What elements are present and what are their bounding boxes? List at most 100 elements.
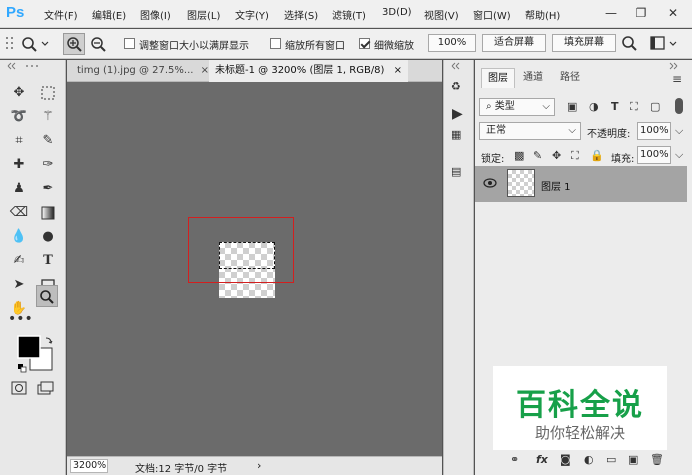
blend-mode-select[interactable]: 正常 ⌵	[479, 122, 581, 140]
fit-screen-button[interactable]: 适合屏幕	[482, 34, 546, 52]
grip-icon	[6, 37, 13, 49]
opacity-field[interactable]: 100%	[637, 122, 671, 140]
type-tool-icon[interactable]: T	[37, 250, 59, 272]
menu-file[interactable]: 文件(F)	[44, 7, 78, 22]
tab-timg[interactable]: timg (1).jpg @ 27.5%... ×	[71, 60, 215, 82]
menu-edit[interactable]: 编辑(E)	[92, 7, 126, 22]
zoom-tool-icon[interactable]	[36, 285, 58, 307]
document-tabs: timg (1).jpg @ 27.5%... × 未标题-1 @ 3200% …	[67, 60, 442, 82]
opacity-dropdown-icon[interactable]: ⌵	[675, 124, 683, 138]
lasso-tool-icon[interactable]: ➰	[8, 106, 30, 128]
lock-transparent-icon[interactable]: ▩	[514, 149, 524, 162]
zoom-percent-field[interactable]: 100%	[428, 34, 476, 52]
path-selection-icon[interactable]: ➤	[8, 274, 30, 296]
gradient-tool-icon[interactable]	[37, 202, 59, 224]
watermark-subtitle: 助你轻松解决	[534, 424, 625, 442]
panel-collapse-icon[interactable]	[665, 62, 689, 70]
menu-type[interactable]: 文字(Y)	[235, 7, 269, 22]
more-tools-icon[interactable]: •••	[8, 308, 33, 330]
fill-field[interactable]: 100%	[637, 146, 671, 164]
blur-tool-icon[interactable]: 💧	[8, 226, 30, 248]
scrubby-zoom-checkbox[interactable]	[359, 38, 370, 49]
menu-3d[interactable]: 3D(D)	[382, 7, 412, 18]
magic-wand-icon[interactable]: ⚚	[37, 106, 59, 128]
dodge-tool-icon[interactable]: ●	[37, 226, 59, 248]
layer-row[interactable]: 图层 1	[475, 166, 687, 202]
fill-dropdown-icon[interactable]: ⌵	[675, 148, 683, 162]
workspace-icon[interactable]	[650, 35, 682, 53]
filter-pixel-icon[interactable]: ▣	[567, 100, 577, 113]
filter-smart-object-icon[interactable]: ▢	[650, 100, 660, 113]
menu-image[interactable]: 图像(I)	[140, 7, 171, 22]
tab-channels[interactable]: 通道	[517, 68, 549, 88]
menu-select[interactable]: 选择(S)	[284, 7, 318, 22]
history-icon[interactable]: ♻	[451, 80, 461, 93]
pen-tool-icon[interactable]: ✍	[8, 250, 30, 272]
zoom-tool-preset-icon[interactable]	[20, 35, 50, 53]
panel-collapse-icon[interactable]	[450, 62, 470, 70]
eraser-tool-icon[interactable]: ⌫	[8, 202, 30, 224]
layer-name[interactable]: 图层 1	[541, 178, 571, 193]
new-group-icon[interactable]: ▭	[606, 453, 616, 466]
filter-kind-select[interactable]: ⌕ 类型 ⌵	[479, 98, 555, 116]
resize-windows-checkbox[interactable]	[124, 38, 135, 49]
layers-footer: ⚭ fx ◙ ◐ ▭ ▣ 🗑	[510, 453, 670, 469]
layer-style-icon[interactable]: fx	[536, 453, 548, 466]
crop-tool-icon[interactable]: ⌗	[8, 130, 30, 152]
lock-artboard-icon[interactable]: ⛶	[571, 149, 579, 163]
options-bar: 调整窗口大小以满屏显示 缩放所有窗口 细微缩放 100% 适合屏幕 填充屏幕	[0, 29, 692, 59]
tab-close-icon[interactable]: ×	[201, 65, 209, 76]
clone-stamp-icon[interactable]: ♟	[8, 178, 30, 200]
restore-icon[interactable]: ❐	[628, 0, 654, 26]
zoom-all-label: 缩放所有窗口	[285, 41, 345, 52]
brush-tool-icon[interactable]: ✑	[37, 154, 59, 176]
zoom-level-field[interactable]: 3200%	[70, 459, 108, 473]
marquee-tool-icon[interactable]	[37, 82, 59, 104]
quick-mask-icon[interactable]	[10, 380, 58, 396]
tab-layers[interactable]: 图层	[481, 68, 515, 88]
tab-close-icon[interactable]: ×	[394, 65, 402, 76]
healing-brush-icon[interactable]: ✚	[8, 154, 30, 176]
tab-paths[interactable]: 路径	[554, 68, 586, 88]
zoom-all-checkbox[interactable]	[270, 38, 281, 49]
lock-label: 锁定:	[481, 154, 505, 165]
eyedropper-icon[interactable]: ✎	[37, 130, 59, 152]
fill-screen-button[interactable]: 填充屏幕	[552, 34, 616, 52]
panel-menu-icon[interactable]: ≡	[672, 72, 682, 86]
filter-kind-value: 类型	[494, 101, 515, 112]
tab-untitled[interactable]: 未标题-1 @ 3200% (图层 1, RGB/8) ×	[209, 60, 409, 82]
character-icon[interactable]: ▤	[451, 165, 461, 178]
filter-toggle-icon[interactable]	[675, 98, 683, 114]
zoom-in-icon[interactable]	[63, 33, 85, 55]
menu-window[interactable]: 窗口(W)	[473, 7, 511, 22]
move-tool-icon[interactable]: ✥	[8, 82, 30, 104]
zoom-out-icon[interactable]	[87, 33, 109, 55]
adjustment-layer-icon[interactable]: ◐	[584, 453, 594, 466]
layer-mask-icon[interactable]: ◙	[560, 453, 571, 466]
filter-type-icon[interactable]: T	[611, 100, 619, 113]
filter-adjustment-icon[interactable]: ◑	[589, 100, 599, 113]
menu-help[interactable]: 帮助(H)	[525, 7, 560, 22]
fill-label: 填充:	[611, 154, 635, 165]
new-layer-icon[interactable]: ▣	[628, 453, 638, 466]
lock-position-icon[interactable]: ✥	[552, 149, 561, 162]
close-icon[interactable]: ✕	[660, 0, 686, 26]
actions-play-icon[interactable]: ▶	[452, 106, 463, 122]
panel-collapse-icon[interactable]	[6, 62, 61, 70]
filter-shape-icon[interactable]: ⛶	[630, 100, 638, 114]
menu-view[interactable]: 视图(V)	[424, 7, 459, 22]
menu-layer[interactable]: 图层(L)	[187, 7, 220, 22]
delete-layer-icon[interactable]: 🗑	[650, 453, 664, 466]
lock-all-icon[interactable]: 🔒	[590, 149, 604, 162]
link-layers-icon[interactable]: ⚭	[510, 453, 519, 466]
properties-icon[interactable]: ▦	[451, 128, 461, 141]
lock-image-icon[interactable]: ✎	[533, 149, 542, 162]
menu-filter[interactable]: 滤镜(T)	[332, 7, 366, 22]
visibility-eye-icon[interactable]	[483, 178, 497, 188]
status-menu-arrow[interactable]: ›	[257, 459, 261, 472]
color-swatches-icon[interactable]	[16, 334, 58, 374]
minimize-icon[interactable]: —	[598, 0, 624, 26]
history-brush-icon[interactable]: ✒	[37, 178, 59, 200]
search-icon[interactable]	[620, 34, 640, 54]
watermark-logo: 百科全说 助你轻松解决	[493, 366, 667, 450]
